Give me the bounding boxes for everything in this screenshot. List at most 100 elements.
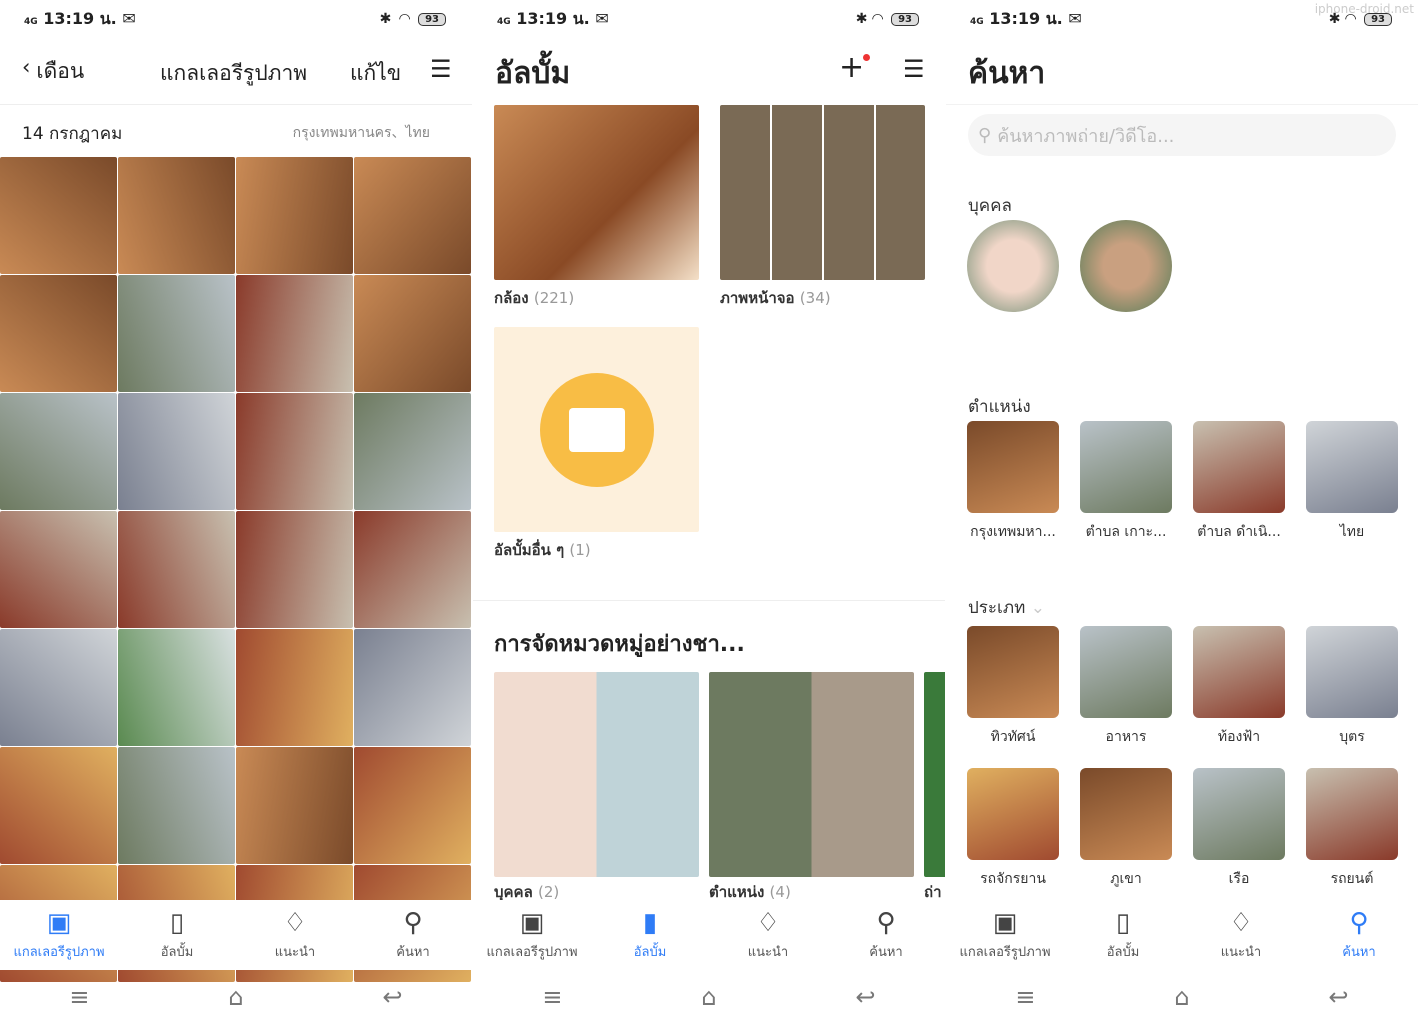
tab-albums[interactable]: ▯ อัลบั้ม xyxy=(118,900,236,970)
types-thumbnail[interactable] xyxy=(1306,768,1398,860)
photo-thumbnail[interactable] xyxy=(354,275,471,392)
chevron-down-icon: ⌄ xyxy=(1030,598,1045,618)
photo-thumbnail[interactable] xyxy=(118,511,235,628)
photo-thumbnail[interactable] xyxy=(236,393,353,510)
photo-thumbnail[interactable] xyxy=(0,275,117,392)
location-header[interactable]: กรุงเทพมหานคร、ไทย xyxy=(293,122,430,144)
photo-thumbnail[interactable] xyxy=(354,511,471,628)
photo-thumbnail[interactable] xyxy=(236,511,353,628)
back-nav-icon[interactable]: ↩ xyxy=(1328,983,1348,1011)
battery-icon: 93 xyxy=(418,12,446,26)
photo-thumbnail[interactable] xyxy=(0,629,117,746)
tab-search[interactable]: ⚲ ค้นหา xyxy=(354,900,472,970)
gallery-screen: 4G 13:19 น. ✉ ✱ ◠ 93 ‹ เดือน แกลเลอรีรูปภาพ… xyxy=(0,0,472,1024)
wifi-icon: ◠ xyxy=(399,11,411,27)
photo-thumbnail[interactable] xyxy=(236,157,353,274)
tab-bar: ▣ แกลเลอรีรูปภาพ ▯ อัลบั้ม ♢ แนะนำ ⚲ ค้นหา xyxy=(0,900,472,970)
tab-recommended[interactable]: ♢ แนะนำ xyxy=(1182,900,1300,970)
person-avatar[interactable] xyxy=(1080,220,1172,312)
photo-thumbnail[interactable] xyxy=(236,275,353,392)
diamond-icon: ♢ xyxy=(1229,907,1253,938)
add-album-button[interactable]: + xyxy=(839,50,871,85)
photo-thumbnail[interactable] xyxy=(354,157,471,274)
tab-search[interactable]: ⚲ ค้นหา xyxy=(1300,900,1418,970)
photo-thumbnail[interactable] xyxy=(236,629,353,746)
folder-icon xyxy=(539,372,654,487)
tab-gallery[interactable]: ▣ แกลเลอรีรูปภาพ xyxy=(0,900,118,970)
places-thumbnail[interactable] xyxy=(967,421,1059,513)
photo-thumbnail[interactable] xyxy=(0,393,117,510)
date-header: 14 กรกฎาคม xyxy=(22,124,123,144)
photo-thumbnail[interactable] xyxy=(236,747,353,864)
edit-button[interactable]: แก้ไข xyxy=(350,57,401,90)
album-icon: ▯ xyxy=(169,907,185,938)
places-label: ตำบล ดำเนิ... xyxy=(1197,524,1281,540)
person-avatar[interactable] xyxy=(967,220,1059,312)
types-label: ท้องฟ้า xyxy=(1217,729,1261,745)
category-cover-places[interactable] xyxy=(709,672,914,877)
tab-recommended[interactable]: ♢ แนะนำ xyxy=(236,900,354,970)
types-thumbnail[interactable] xyxy=(1193,626,1285,718)
album-screenshots[interactable]: ภาพหน้าจอ (34) xyxy=(720,286,831,310)
home-icon[interactable]: ⌂ xyxy=(228,983,243,1011)
menu-icon[interactable]: ☰ xyxy=(903,55,925,83)
types-thumbnail[interactable] xyxy=(1080,768,1172,860)
search-input[interactable]: ⚲ ค้นหาภาพถ่าย/วิดีโอ... xyxy=(968,114,1396,156)
menu-icon[interactable]: ☰ xyxy=(430,55,452,83)
tab-bar: ▣ แกลเลอรีรูปภาพ ▯ อัลบั้ม ♢ แนะนำ ⚲ ค้นหา xyxy=(946,900,1418,970)
types-section-label[interactable]: ประเภท ⌄ xyxy=(968,594,1045,621)
tab-search[interactable]: ⚲ ค้นหา xyxy=(827,900,945,970)
photo-thumbnail[interactable] xyxy=(118,157,235,274)
album-cover-screenshots[interactable] xyxy=(720,105,925,280)
photo-thumbnail[interactable] xyxy=(118,747,235,864)
album-other[interactable]: อัลบั้มอื่น ๆ (1) xyxy=(494,538,591,562)
photo-thumbnail[interactable] xyxy=(118,393,235,510)
tab-gallery[interactable]: ▣ แกลเลอรีรูปภาพ xyxy=(473,900,591,970)
photo-thumbnail[interactable] xyxy=(0,747,117,864)
status-bar: 4G 13:19 น. ✉ ✱ ◠ 93 xyxy=(24,6,446,32)
types-thumbnail[interactable] xyxy=(1306,626,1398,718)
types-thumbnail[interactable] xyxy=(967,768,1059,860)
chevron-left-icon: ‹ xyxy=(22,55,31,79)
menu-nav-icon[interactable]: ≡ xyxy=(1015,983,1035,1011)
tab-albums[interactable]: ▯ อัลบั้ม xyxy=(1064,900,1182,970)
menu-nav-icon[interactable]: ≡ xyxy=(69,983,89,1011)
types-thumbnail[interactable] xyxy=(1193,768,1285,860)
places-thumbnail[interactable] xyxy=(1306,421,1398,513)
page-title: ค้นหา xyxy=(968,56,1046,91)
album-camera[interactable]: กล้อง (221) xyxy=(494,286,574,310)
places-label: ตำบล เกาะ... xyxy=(1085,524,1167,540)
photo-thumbnail[interactable] xyxy=(0,157,117,274)
photo-thumbnail[interactable] xyxy=(0,511,117,628)
status-bar: 4G 13:19 น. ✉ ✱ ◠ 93 xyxy=(497,6,919,32)
types-label: ภูเขา xyxy=(1110,871,1142,887)
category-cover-people[interactable] xyxy=(494,672,699,877)
menu-nav-icon[interactable]: ≡ xyxy=(542,983,562,1011)
photo-thumbnail[interactable] xyxy=(354,393,471,510)
photo-thumbnail[interactable] xyxy=(118,629,235,746)
home-icon[interactable]: ⌂ xyxy=(1174,983,1189,1011)
photo-thumbnail[interactable] xyxy=(354,747,471,864)
home-icon[interactable]: ⌂ xyxy=(701,983,716,1011)
photo-thumbnail[interactable] xyxy=(118,275,235,392)
album-icon: ▯ xyxy=(1115,907,1131,938)
places-thumbnail[interactable] xyxy=(1193,421,1285,513)
back-nav-icon[interactable]: ↩ xyxy=(855,983,875,1011)
places-thumbnail[interactable] xyxy=(1080,421,1172,513)
places-label: ไทย xyxy=(1339,524,1365,540)
photo-thumbnail[interactable] xyxy=(354,629,471,746)
category-cover-partial[interactable] xyxy=(924,672,945,877)
types-thumbnail[interactable] xyxy=(1080,626,1172,718)
album-cover-camera[interactable] xyxy=(494,105,699,280)
tab-recommended[interactable]: ♢ แนะนำ xyxy=(709,900,827,970)
tab-gallery[interactable]: ▣ แกลเลอรีรูปภาพ xyxy=(946,900,1064,970)
gallery-icon: ▣ xyxy=(519,907,545,938)
tab-albums[interactable]: ▮ อัลบั้ม xyxy=(591,900,709,970)
back-nav-icon[interactable]: ↩ xyxy=(382,983,402,1011)
gallery-icon: ▣ xyxy=(46,907,72,938)
types-label: รถยนต์ xyxy=(1330,871,1374,887)
types-thumbnail[interactable] xyxy=(967,626,1059,718)
back-button[interactable]: ‹ เดือน xyxy=(22,55,84,88)
album-cover-other[interactable] xyxy=(494,327,699,532)
search-screen: 4G 13:19 น. ✉ ✱ ◠ 93 iphone-droid.net ค้นห… xyxy=(946,0,1418,1024)
